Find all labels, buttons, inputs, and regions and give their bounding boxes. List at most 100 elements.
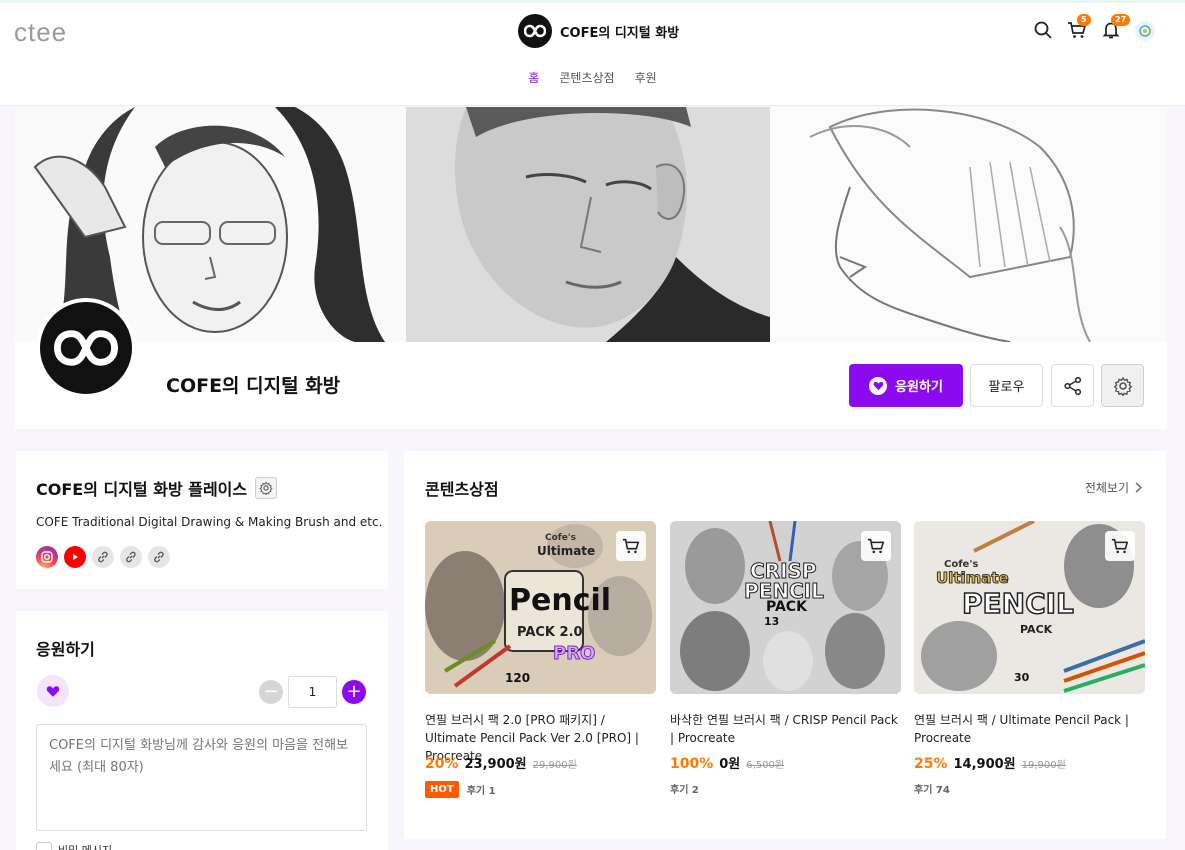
settings-button[interactable] [1101, 364, 1144, 407]
cart-icon [867, 538, 885, 554]
product-thumbnail[interactable]: Cofe's Ultimate PENCIL PACK 30 [914, 521, 1145, 694]
gear-icon [1113, 376, 1132, 396]
instagram-icon[interactable] [36, 546, 58, 568]
store-title: 콘텐츠상점 [425, 480, 499, 499]
notification-count-badge: 27 [1111, 14, 1131, 26]
creator-avatar[interactable] [36, 298, 136, 398]
creator-profile-card: COFE의 디지털 화방 응원하기 팔로우 [15, 107, 1167, 429]
support-card-title: 응원하기 [36, 640, 95, 659]
support-message-field[interactable] [36, 724, 367, 831]
user-avatar[interactable] [1135, 21, 1155, 41]
sale-price: 23,900원 [464, 757, 527, 772]
nav-tab-home[interactable]: 홈 [518, 69, 549, 86]
header-actions: 5 27 [1033, 14, 1155, 42]
heart-icon [869, 376, 888, 395]
nav-tab-store[interactable]: 콘텐츠상점 [549, 69, 624, 86]
add-to-cart-button[interactable] [861, 531, 891, 561]
place-card: COFE의 디지털 화방 플레이스 COFE Traditional Digit… [16, 451, 388, 589]
thumb-text-cofes: Cofe's [545, 533, 576, 543]
social-links [36, 546, 170, 568]
product-meta: 후기 74 [914, 781, 1145, 796]
sale-price: 14,900원 [953, 757, 1016, 772]
place-title: COFE의 디지털 화방 플레이스 [36, 476, 278, 500]
follow-button[interactable]: 팔로우 [970, 364, 1043, 407]
banner-portrait-man [406, 107, 770, 342]
support-button-label: 응원하기 [895, 380, 943, 395]
thumb-text-pack: PACK [1020, 623, 1053, 636]
cart-icon [1111, 538, 1129, 554]
thumb-text-pack: PACK [766, 599, 807, 615]
review-count: 후기 2 [670, 785, 699, 796]
product-title[interactable]: 연필 브러시 팩 2.0 [PRO 패키지] / Ultimate Pencil… [425, 711, 656, 763]
content-store-card: 콘텐츠상점 전체보기 Cofe's Ultimate Pencil PACK 2… [404, 451, 1166, 839]
cart-icon [622, 538, 640, 554]
cart-icon[interactable]: 5 [1067, 14, 1091, 42]
support-card: 응원하기 − + 비밀 메시지 [16, 611, 388, 850]
nav-tab-support[interactable]: 후원 [625, 69, 667, 86]
discount-rate: 100% [670, 756, 714, 772]
support-button[interactable]: 응원하기 [849, 364, 963, 407]
thumb-text-ultimate: Ultimate [936, 569, 1010, 588]
product-thumbnail[interactable]: Cofe's Ultimate Pencil PACK 2.0 PRO 120 [425, 521, 656, 694]
banner-sketch-cap [770, 107, 1167, 342]
chevron-right-icon [1135, 482, 1142, 493]
place-settings-button[interactable] [255, 477, 278, 499]
share-icon [1063, 376, 1081, 395]
add-to-cart-button[interactable] [1105, 531, 1135, 561]
add-to-cart-button[interactable] [616, 531, 646, 561]
place-title-text: COFE의 디지털 화방 플레이스 [36, 480, 248, 499]
thumb-text-count: 30 [1014, 671, 1030, 684]
secret-message-label: 비밀 메시지 [58, 842, 112, 850]
review-count: 후기 74 [914, 785, 950, 796]
search-icon[interactable] [1033, 20, 1055, 42]
quantity-decrement-button[interactable]: − [259, 680, 283, 704]
product-card[interactable]: Cofe's Ultimate PENCIL PACK 30 연필 브러시 팩 … [914, 521, 1145, 796]
review-count: 후기 1 [466, 786, 496, 797]
product-card[interactable]: Cofe's Ultimate Pencil PACK 2.0 PRO 120 … [425, 521, 656, 798]
thumb-text-pencil: Pencil [509, 583, 612, 618]
view-all-label: 전체보기 [1084, 481, 1129, 495]
place-description: COFE Traditional Digital Drawing & Makin… [36, 515, 383, 529]
quantity-input[interactable] [288, 676, 337, 708]
link-icon[interactable] [92, 546, 114, 568]
hot-badge: HOT [425, 781, 459, 798]
product-meta: HOT 후기 1 [425, 781, 656, 798]
gear-icon [259, 481, 273, 495]
quantity-increment-button[interactable]: + [342, 680, 366, 704]
youtube-icon[interactable] [64, 546, 86, 568]
product-card[interactable]: CRISP PENCIL PACK 13 바삭한 연필 브러시 팩 / CRIS… [670, 521, 901, 796]
site-header: ctee COFE의 디지털 화방 홈 콘텐츠상점 후원 5 27 [0, 3, 1185, 106]
creator-logo-icon [518, 14, 552, 48]
secret-message-option[interactable]: 비밀 메시지 [36, 842, 112, 850]
sale-price: 0원 [719, 757, 741, 772]
bell-icon[interactable]: 27 [1101, 14, 1131, 42]
cart-count-badge: 5 [1077, 14, 1091, 26]
discount-rate: 20% [425, 756, 459, 772]
heart-icon [37, 675, 69, 707]
secret-message-checkbox[interactable] [36, 842, 52, 850]
share-button[interactable] [1051, 364, 1094, 407]
original-price: 29,900원 [532, 760, 577, 771]
creator-name: COFE의 디지털 화방 [166, 375, 341, 397]
link-icon[interactable] [120, 546, 142, 568]
product-title[interactable]: 연필 브러시 팩 / Ultimate Pencil Pack | Procre… [914, 711, 1145, 747]
creator-brand-name: COFE의 디지털 화방 [560, 25, 680, 41]
creator-brand[interactable]: COFE의 디지털 화방 [518, 14, 679, 48]
main-nav: 홈 콘텐츠상점 후원 [0, 69, 1185, 86]
thumb-text-pro: PRO [552, 643, 596, 665]
original-price: 6,500원 [746, 760, 785, 771]
view-all-link[interactable]: 전체보기 [1085, 479, 1142, 496]
product-price: 100% 0원 6,500원 [670, 753, 901, 772]
product-title[interactable]: 바삭한 연필 브러시 팩 / CRISP Pencil Pack | Procr… [670, 711, 901, 747]
site-logo[interactable]: ctee [14, 17, 67, 48]
thumb-text-pack: PACK 2.0 [517, 625, 583, 640]
discount-rate: 25% [914, 756, 948, 772]
thumb-text-count: 13 [764, 615, 780, 628]
product-thumbnail[interactable]: CRISP PENCIL PACK 13 [670, 521, 901, 694]
thumb-text-count: 120 [505, 671, 531, 685]
product-meta: 후기 2 [670, 781, 901, 796]
product-price: 25% 14,900원 19,900원 [914, 753, 1145, 772]
original-price: 19,900원 [1021, 760, 1066, 771]
profile-banner-image [15, 107, 1167, 342]
link-icon[interactable] [148, 546, 170, 568]
